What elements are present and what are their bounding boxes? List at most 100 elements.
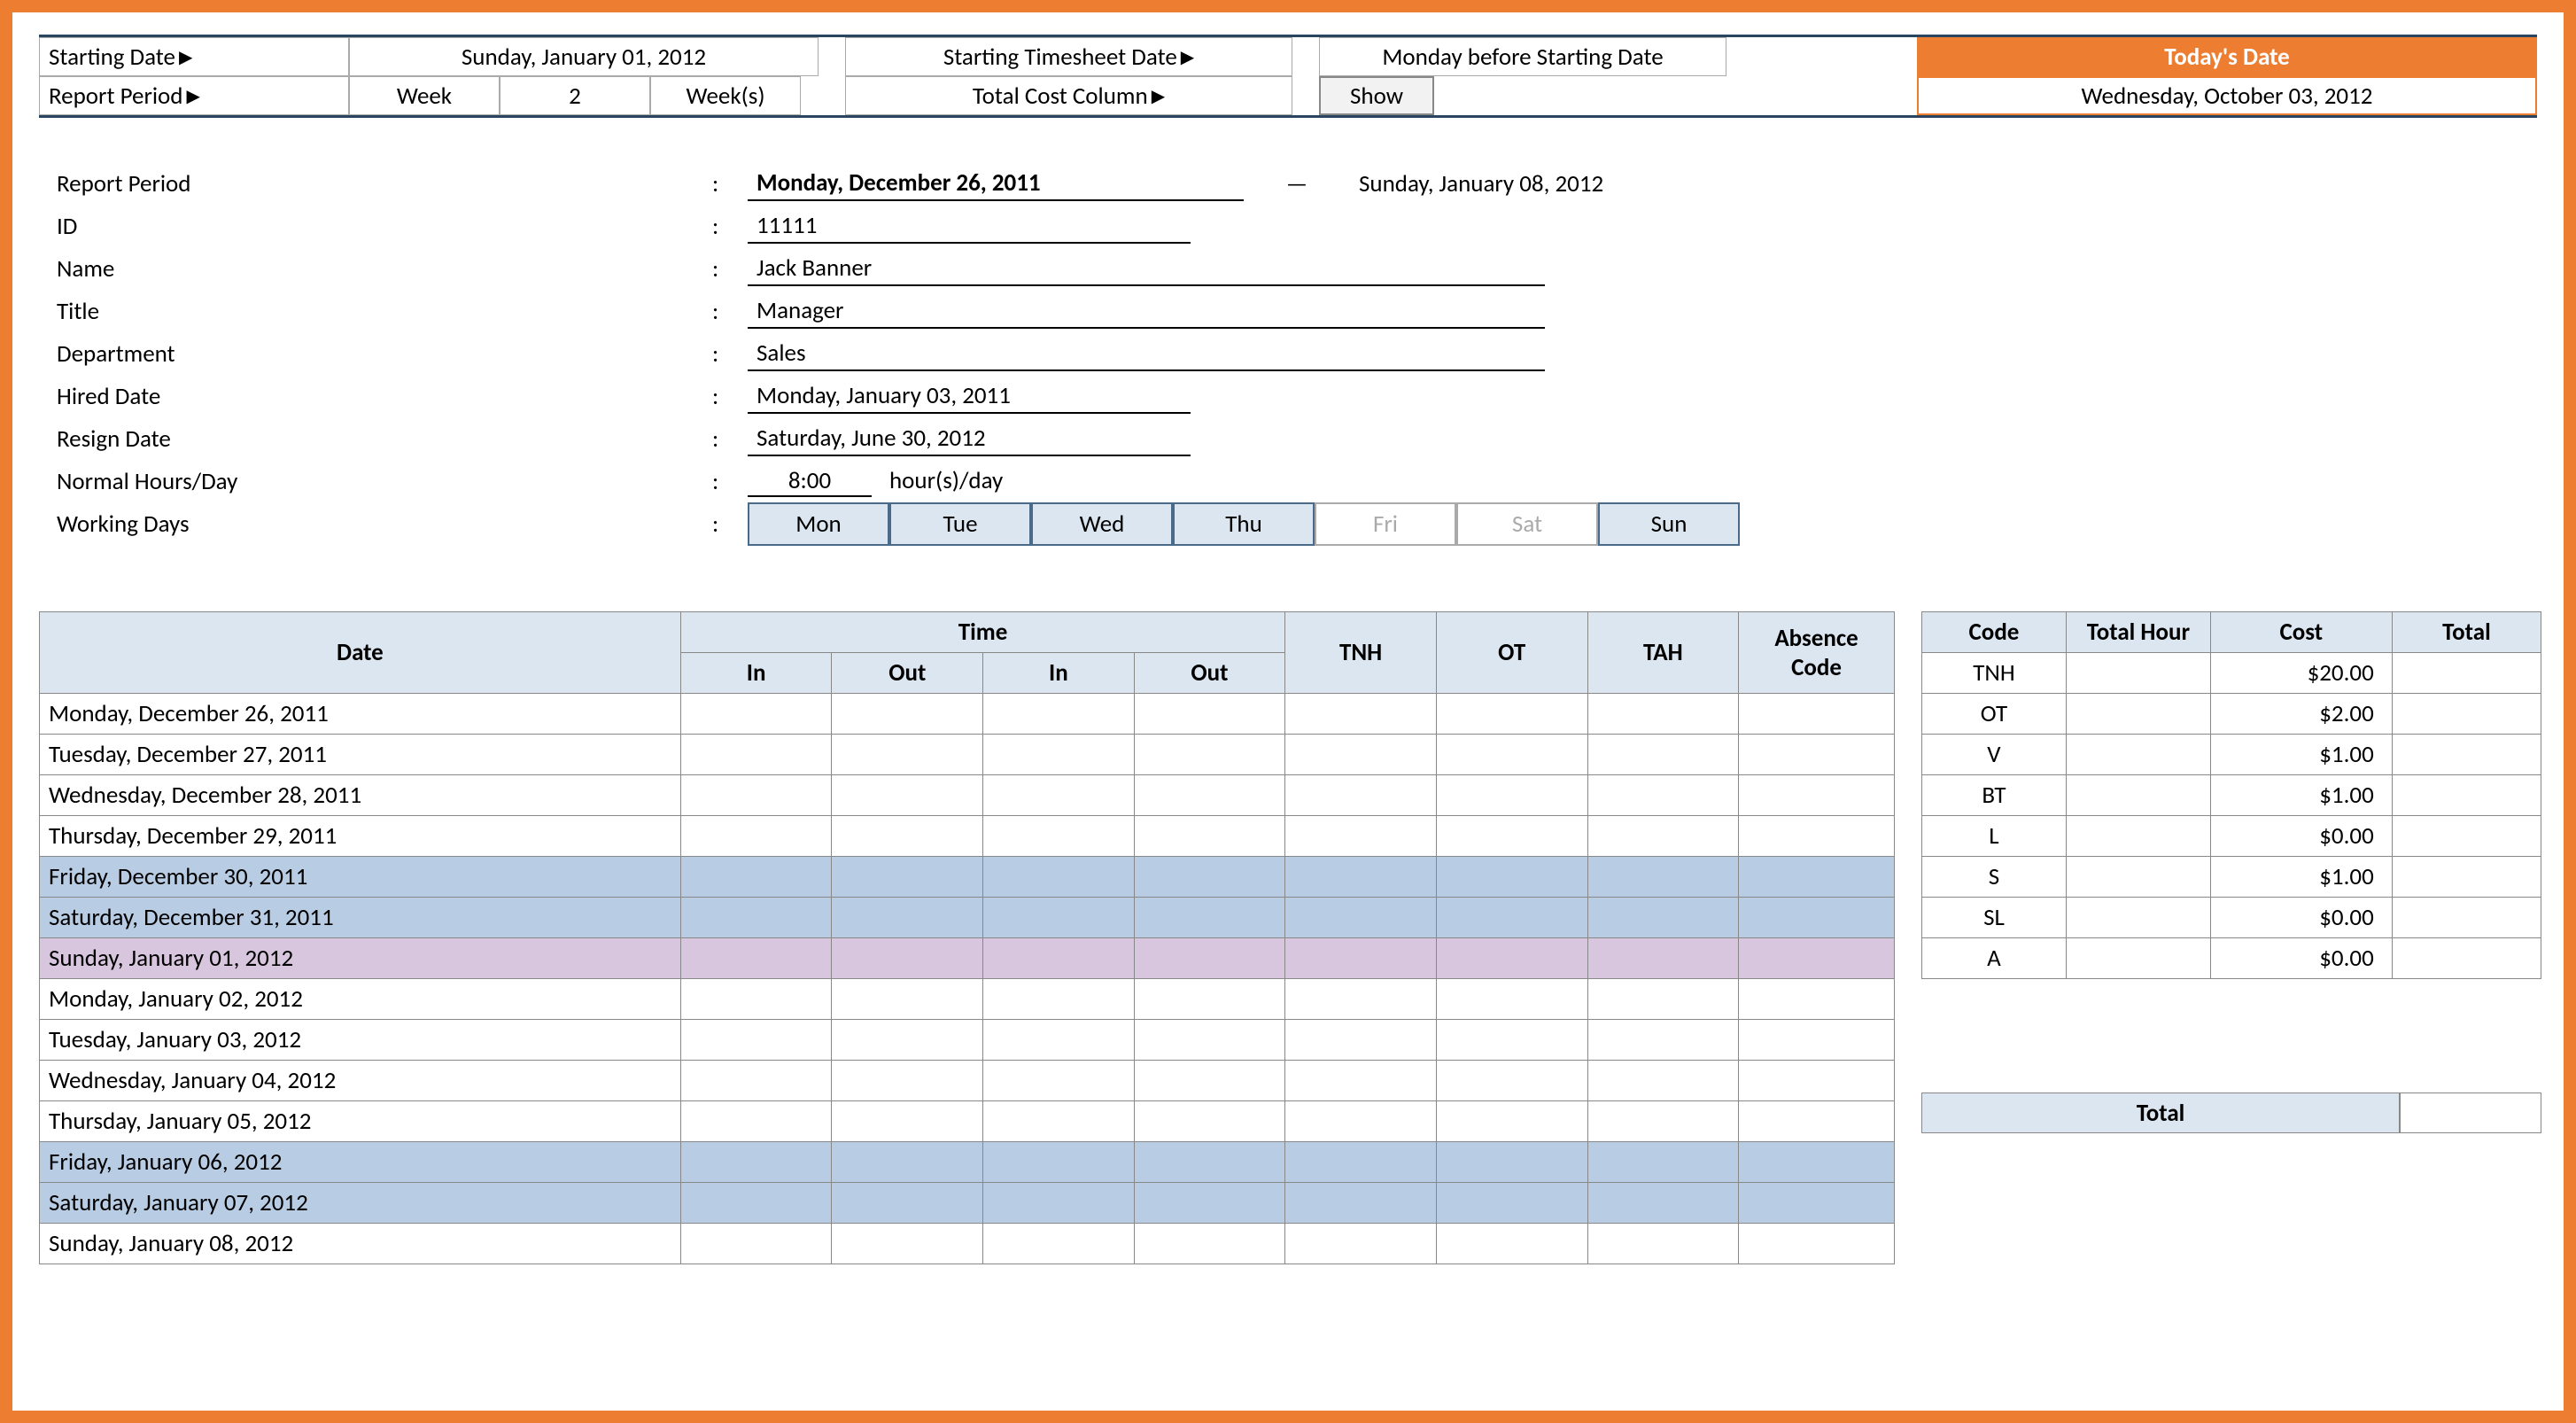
cell-input[interactable] <box>680 694 832 735</box>
cell-input[interactable] <box>1587 1224 1739 1264</box>
cell-cost[interactable]: $0.00 <box>2210 898 2392 938</box>
wd-thu[interactable]: Thu <box>1173 502 1315 546</box>
cell-input[interactable] <box>832 1101 983 1142</box>
cell-input[interactable] <box>1285 1142 1437 1183</box>
cell-input[interactable] <box>680 1101 832 1142</box>
cell-input[interactable] <box>1436 694 1587 735</box>
cell-total-hour[interactable] <box>2066 857 2210 898</box>
cell-input[interactable] <box>983 898 1135 938</box>
cell-input[interactable] <box>1739 938 1895 979</box>
cell-cost[interactable]: $1.00 <box>2210 775 2392 816</box>
cell-total-hour[interactable] <box>2066 938 2210 979</box>
cell-input[interactable] <box>1587 1183 1739 1224</box>
cell-input[interactable] <box>1436 775 1587 816</box>
cell-input[interactable] <box>1436 735 1587 775</box>
cell-cost[interactable]: $1.00 <box>2210 735 2392 775</box>
cell-input[interactable] <box>1587 938 1739 979</box>
cell-input[interactable] <box>1436 1061 1587 1101</box>
cell-input[interactable] <box>1285 775 1437 816</box>
cell-input[interactable] <box>1587 1020 1739 1061</box>
cell-input[interactable] <box>1587 1061 1739 1101</box>
cell-input[interactable] <box>1587 1101 1739 1142</box>
cell-input[interactable] <box>680 1224 832 1264</box>
cell-input[interactable] <box>1285 1101 1437 1142</box>
cell-input[interactable] <box>1134 694 1285 735</box>
cell-cost[interactable]: $0.00 <box>2210 816 2392 857</box>
cell-input[interactable] <box>1739 694 1895 735</box>
info-id-value[interactable]: 11111 <box>748 209 1191 244</box>
cell-total-hour[interactable] <box>2066 898 2210 938</box>
cell-input[interactable] <box>1134 1061 1285 1101</box>
cell-input[interactable] <box>680 816 832 857</box>
cell-input[interactable] <box>1739 979 1895 1020</box>
cell-input[interactable] <box>1134 898 1285 938</box>
cell-input[interactable] <box>680 938 832 979</box>
cell-input[interactable] <box>832 1183 983 1224</box>
report-period-num[interactable]: 2 <box>500 76 650 115</box>
cell-input[interactable] <box>832 857 983 898</box>
cell-input[interactable] <box>1587 979 1739 1020</box>
cell-input[interactable] <box>1134 1101 1285 1142</box>
cell-input[interactable] <box>680 1142 832 1183</box>
cell-input[interactable] <box>1739 1061 1895 1101</box>
cell-input[interactable] <box>1134 816 1285 857</box>
cell-input[interactable] <box>1285 1224 1437 1264</box>
cell-total-hour[interactable] <box>2066 653 2210 694</box>
cell-input[interactable] <box>1285 1061 1437 1101</box>
cell-input[interactable] <box>1587 816 1739 857</box>
cell-input[interactable] <box>832 1020 983 1061</box>
cell-input[interactable] <box>680 1061 832 1101</box>
cell-input[interactable] <box>1134 775 1285 816</box>
cell-input[interactable] <box>832 735 983 775</box>
wd-wed[interactable]: Wed <box>1031 502 1173 546</box>
cell-input[interactable] <box>1134 735 1285 775</box>
cell-input[interactable] <box>1739 775 1895 816</box>
wd-fri[interactable]: Fri <box>1315 502 1456 546</box>
cell-input[interactable] <box>1285 1020 1437 1061</box>
cell-input[interactable] <box>983 857 1135 898</box>
cell-total-hour[interactable] <box>2066 694 2210 735</box>
cell-input[interactable] <box>1739 1183 1895 1224</box>
cell-input[interactable] <box>1285 735 1437 775</box>
cell-input[interactable] <box>1587 735 1739 775</box>
report-period-value[interactable]: Week 2 Week(s) <box>349 76 819 115</box>
info-name-value[interactable]: Jack Banner <box>748 252 1545 286</box>
cell-input[interactable] <box>1587 775 1739 816</box>
wd-sat[interactable]: Sat <box>1456 502 1598 546</box>
cell-input[interactable] <box>1436 816 1587 857</box>
cell-input[interactable] <box>1587 898 1739 938</box>
cell-input[interactable] <box>832 1142 983 1183</box>
cell-input[interactable] <box>680 1183 832 1224</box>
cell-input[interactable] <box>1739 816 1895 857</box>
cell-input[interactable] <box>1285 816 1437 857</box>
cell-input[interactable] <box>1285 857 1437 898</box>
cell-input[interactable] <box>1285 979 1437 1020</box>
cell-input[interactable] <box>983 735 1135 775</box>
cell-input[interactable] <box>1134 1020 1285 1061</box>
cell-input[interactable] <box>680 775 832 816</box>
wd-mon[interactable]: Mon <box>748 502 889 546</box>
cell-input[interactable] <box>1134 857 1285 898</box>
cell-input[interactable] <box>832 694 983 735</box>
cell-input[interactable] <box>983 1101 1135 1142</box>
cell-input[interactable] <box>1436 898 1587 938</box>
cell-input[interactable] <box>832 898 983 938</box>
cell-input[interactable] <box>1134 938 1285 979</box>
cell-input[interactable] <box>1587 1142 1739 1183</box>
cell-input[interactable] <box>983 775 1135 816</box>
cell-input[interactable] <box>983 1224 1135 1264</box>
cell-input[interactable] <box>832 816 983 857</box>
wd-sun[interactable]: Sun <box>1598 502 1740 546</box>
cell-input[interactable] <box>832 1224 983 1264</box>
cell-input[interactable] <box>680 898 832 938</box>
cell-input[interactable] <box>1285 1183 1437 1224</box>
cell-input[interactable] <box>983 1020 1135 1061</box>
cell-input[interactable] <box>1739 1020 1895 1061</box>
cell-total-hour[interactable] <box>2066 816 2210 857</box>
cell-input[interactable] <box>1587 694 1739 735</box>
cell-input[interactable] <box>1739 898 1895 938</box>
cell-input[interactable] <box>1739 857 1895 898</box>
cell-input[interactable] <box>1134 979 1285 1020</box>
cell-input[interactable] <box>832 979 983 1020</box>
cell-input[interactable] <box>1436 1224 1587 1264</box>
